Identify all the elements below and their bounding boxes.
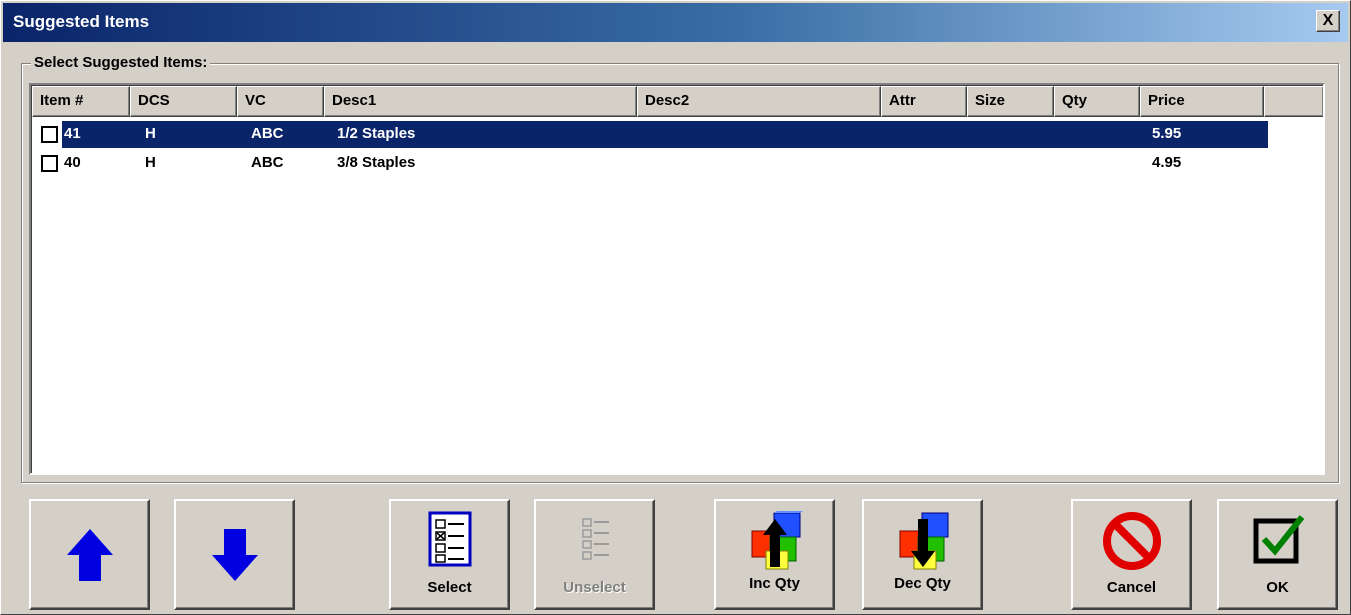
cell-price: 5.95 xyxy=(1152,125,1182,142)
group-label: Select Suggested Items: xyxy=(31,54,211,71)
cancel-button-label: Cancel xyxy=(1106,579,1157,596)
cell-vc: ABC xyxy=(251,154,284,171)
column-header-dcs[interactable]: DCS xyxy=(130,86,237,117)
cell-qty xyxy=(1066,120,1136,148)
cell-size xyxy=(979,120,1049,148)
cell-item-number: 41 xyxy=(64,125,81,142)
cell-dcs: H xyxy=(145,125,156,142)
window-title: Suggested Items xyxy=(13,12,150,31)
cell-dcs: H xyxy=(145,154,156,171)
column-header-desc2[interactable]: Desc2 xyxy=(637,86,881,117)
title-bar[interactable]: Suggested Items X xyxy=(3,3,1348,42)
column-header-qty[interactable]: Qty xyxy=(1054,86,1140,117)
cell-attr xyxy=(893,149,963,177)
unselect-button[interactable]: Unselect xyxy=(534,499,655,610)
ok-button-label: OK xyxy=(1266,579,1289,596)
inc-qty-button[interactable]: Inc Qty xyxy=(714,499,835,610)
column-header-filler xyxy=(1264,86,1323,117)
suggested-items-list[interactable]: Item # DCS VC Desc1 Desc2 Attr Size Qty … xyxy=(29,83,1325,475)
column-header-vc[interactable]: VC xyxy=(237,86,324,117)
cell-desc1: 3/8 Staples xyxy=(337,154,416,171)
boxes-arrow-down-icon xyxy=(899,512,948,570)
dec-qty-button[interactable]: Dec Qty xyxy=(862,499,983,610)
cell-qty xyxy=(1066,149,1136,177)
cell-desc2 xyxy=(649,149,879,177)
column-header-attr[interactable]: Attr xyxy=(881,86,967,117)
arrow-down-icon xyxy=(211,529,258,581)
prohibited-icon xyxy=(1102,512,1161,570)
table-row[interactable]: 40 H ABC 3/8 Staples 4.95 xyxy=(32,149,1268,177)
checklist-disabled-icon xyxy=(581,518,609,560)
cell-size xyxy=(979,149,1049,177)
list-header: Item # DCS VC Desc1 Desc2 Attr Size Qty … xyxy=(32,86,1323,117)
select-button[interactable]: Select xyxy=(389,499,510,610)
cell-vc: ABC xyxy=(251,125,284,142)
close-button[interactable]: X xyxy=(1316,10,1340,32)
dec-qty-button-label: Dec Qty xyxy=(894,575,951,592)
cancel-button[interactable]: Cancel xyxy=(1071,499,1192,610)
cell-price: 4.95 xyxy=(1152,154,1182,171)
cell-item-number: 40 xyxy=(64,154,81,171)
boxes-arrow-up-icon xyxy=(751,511,803,570)
cell-desc1: 1/2 Staples xyxy=(337,125,416,142)
arrow-up-icon xyxy=(66,529,113,581)
table-row[interactable]: 41 H ABC 1/2 Staples 5.95 xyxy=(32,120,1268,148)
checklist-icon xyxy=(428,511,471,567)
suggested-items-dialog: Suggested Items X Select Suggested Items… xyxy=(0,0,1351,615)
unselect-button-label: Unselect xyxy=(563,579,626,596)
column-header-price[interactable]: Price xyxy=(1140,86,1264,117)
select-button-label: Select xyxy=(427,579,472,596)
cell-desc2 xyxy=(649,120,879,148)
column-header-size[interactable]: Size xyxy=(967,86,1054,117)
column-header-item-number[interactable]: Item # xyxy=(32,86,130,117)
move-up-button[interactable] xyxy=(29,499,150,610)
ok-button[interactable]: OK xyxy=(1217,499,1338,610)
column-header-desc1[interactable]: Desc1 xyxy=(324,86,637,117)
inc-qty-button-label: Inc Qty xyxy=(749,575,800,592)
checkmark-icon xyxy=(1253,515,1304,564)
row-checkbox[interactable] xyxy=(41,126,58,143)
cell-attr xyxy=(893,120,963,148)
move-down-button[interactable] xyxy=(174,499,295,610)
row-checkbox[interactable] xyxy=(41,155,58,172)
